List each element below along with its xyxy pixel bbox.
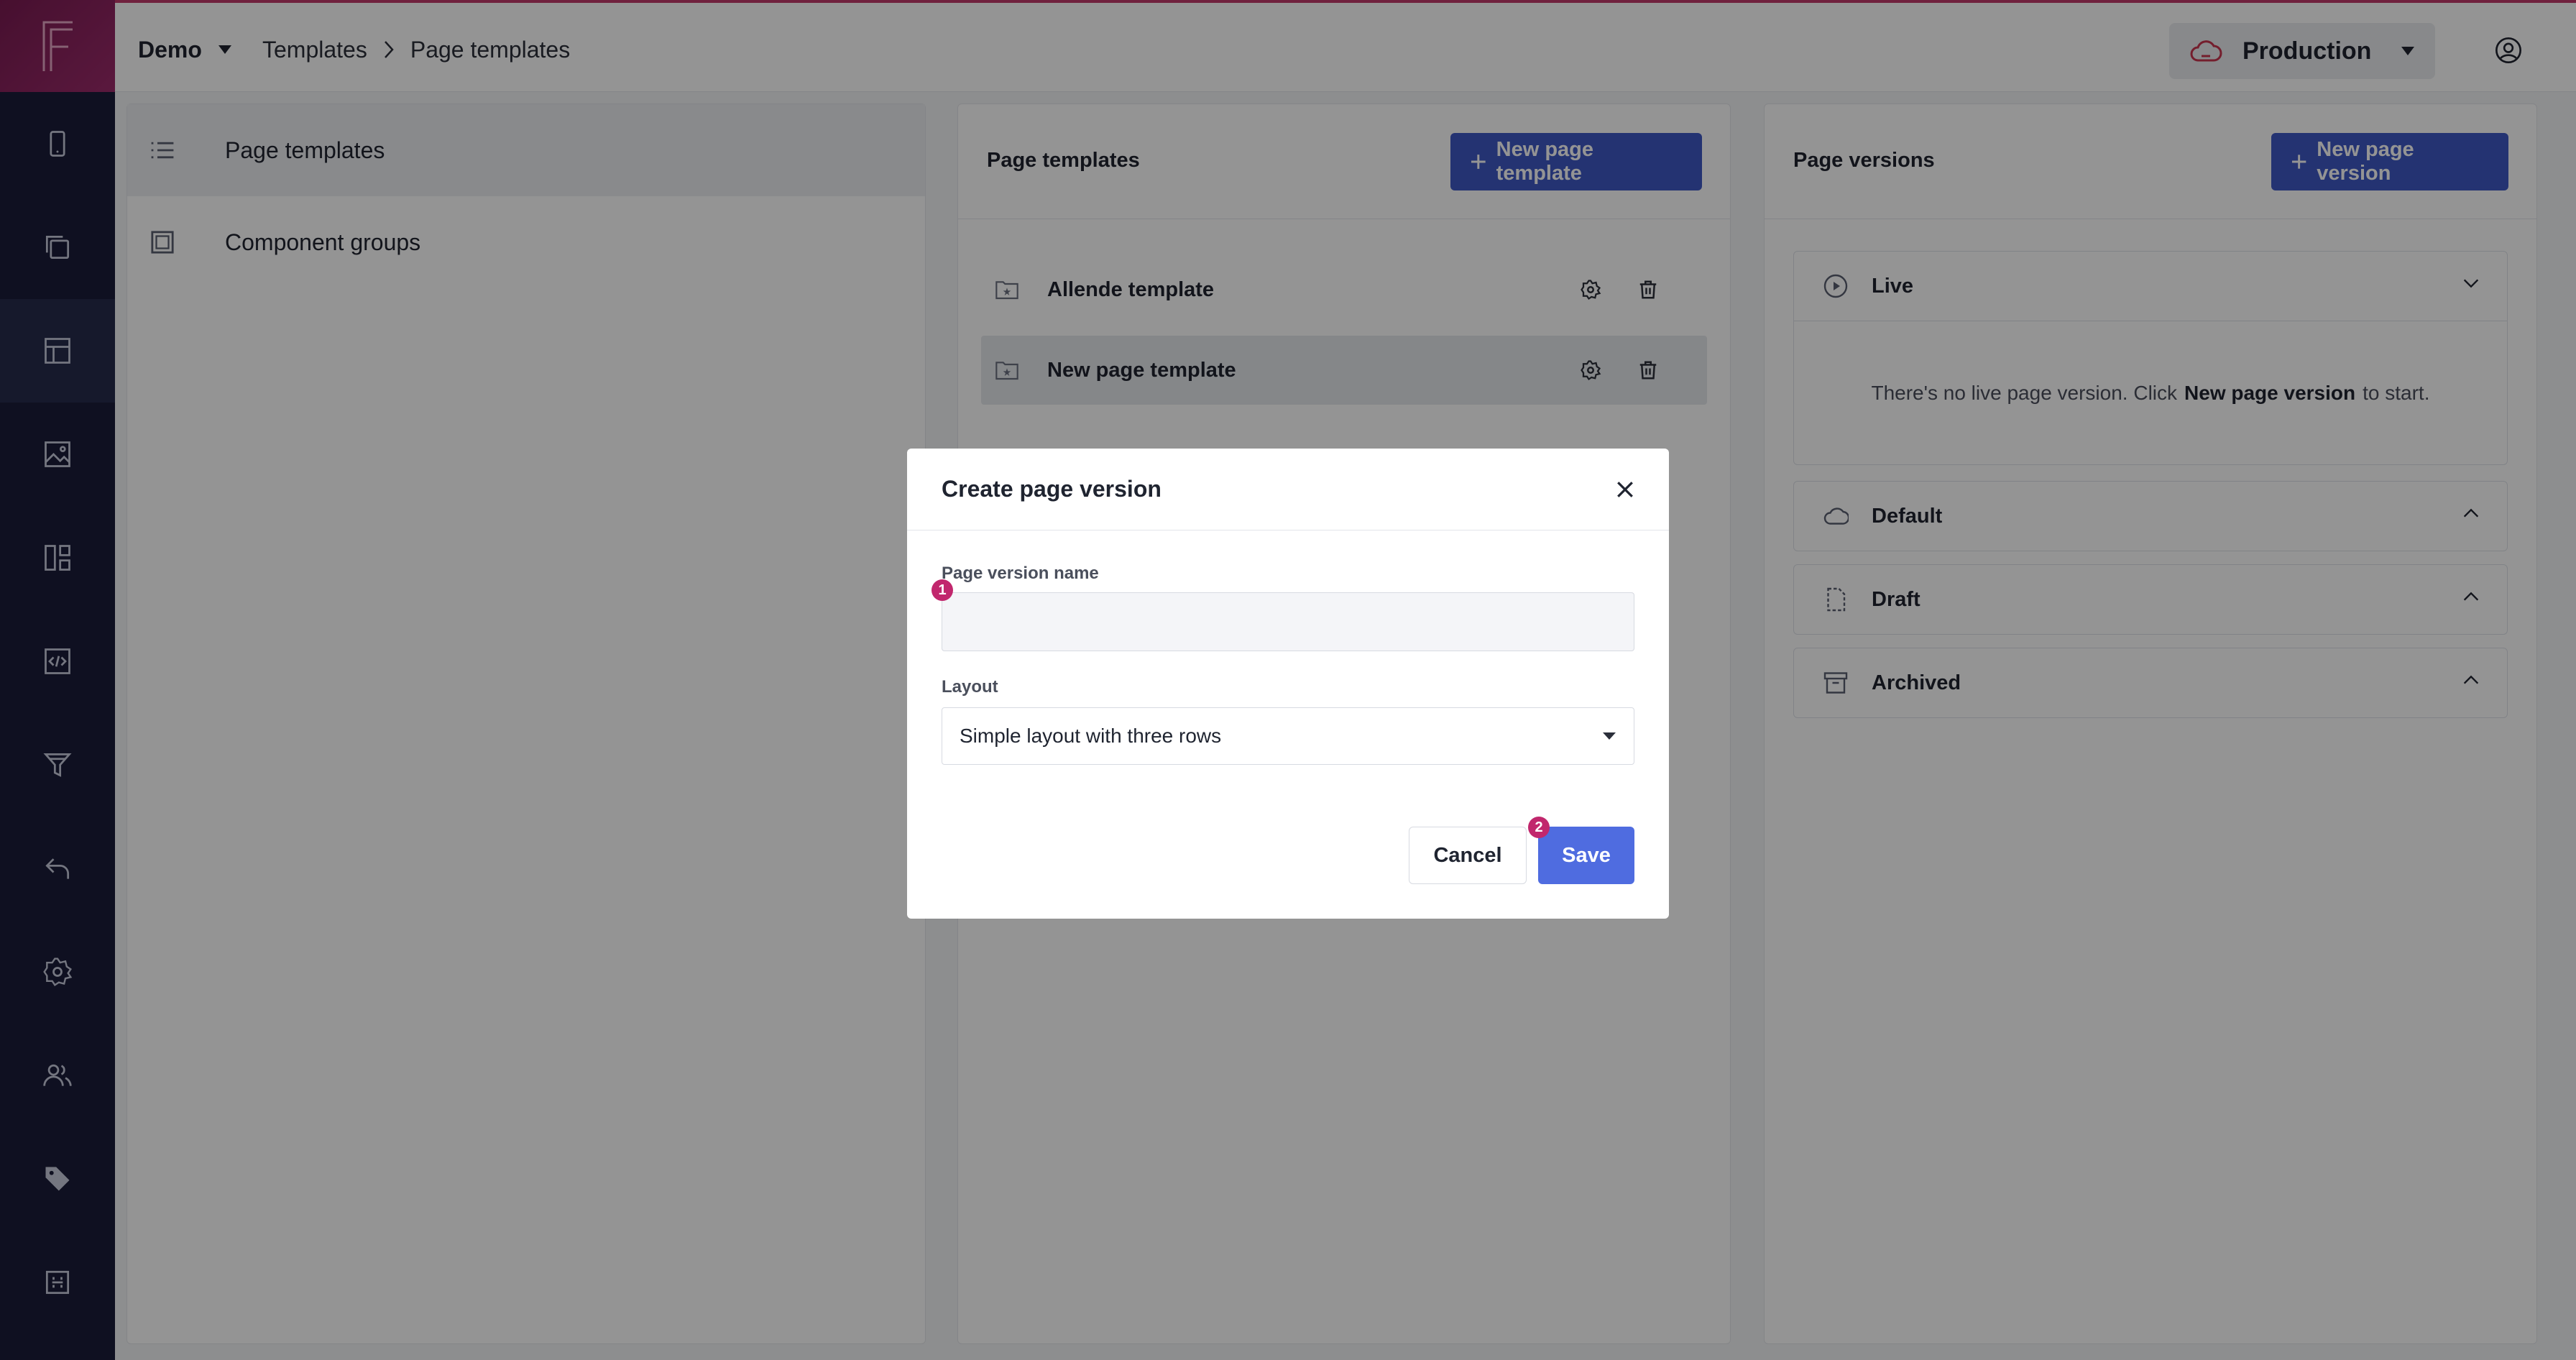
step-badge: 2 (1528, 817, 1550, 838)
close-icon (1617, 482, 1633, 497)
step-badge: 1 (932, 579, 953, 601)
cancel-button[interactable]: Cancel (1409, 827, 1527, 884)
save-button[interactable]: Save (1538, 827, 1634, 884)
layout-select[interactable]: Simple layout with three rows (942, 707, 1634, 765)
close-button[interactable] (1610, 474, 1640, 505)
layout-selected-value: Simple layout with three rows (960, 725, 1222, 747)
caret-down-icon (1603, 732, 1616, 740)
layout-label: Layout (942, 677, 998, 697)
page-version-name-input[interactable] (942, 592, 1634, 651)
dialog-header: Create page version (907, 449, 1669, 530)
page-version-name-label: Page version name (942, 564, 1099, 583)
dialog-title: Create page version (942, 476, 1162, 502)
create-page-version-dialog: Create page version Page version name 1 … (907, 449, 1669, 919)
